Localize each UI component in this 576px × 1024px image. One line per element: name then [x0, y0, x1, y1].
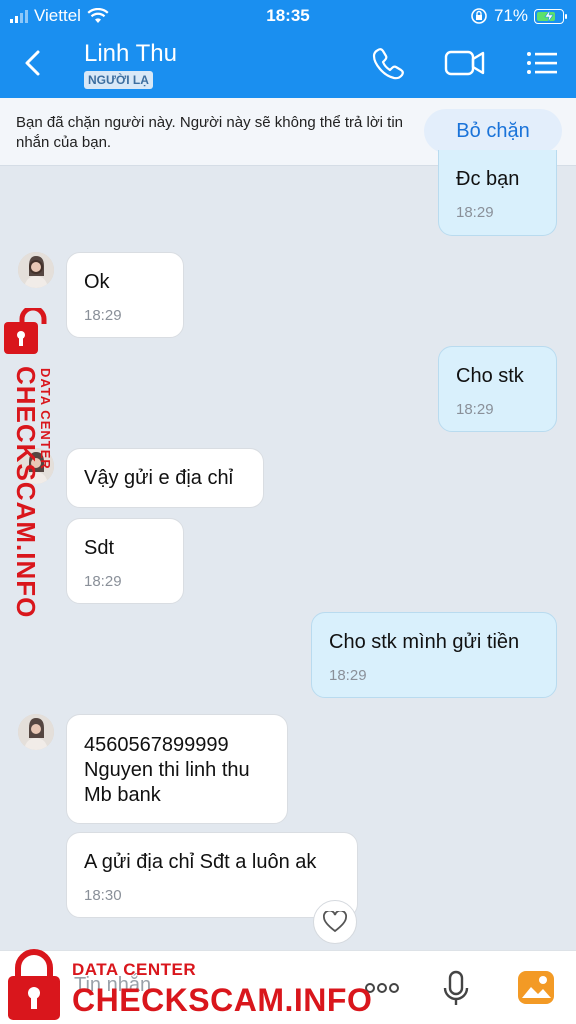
- video-call-icon[interactable]: [444, 46, 486, 80]
- battery-icon: [534, 8, 567, 24]
- avatar[interactable]: [18, 714, 54, 750]
- message-text: Cho stk: [456, 365, 524, 387]
- message-text: Đc bạn: [456, 168, 520, 190]
- message-text: Vậy gửi e địa chỉ: [84, 467, 234, 489]
- message-time: 18:29: [84, 307, 122, 324]
- message-time: 18:29: [84, 573, 122, 590]
- watermark-tagline: DATA CENTER: [72, 960, 197, 979]
- blocked-notice: Bạn đã chặn người này. Người này sẽ khôn…: [16, 114, 404, 151]
- watermark-brand: CHECKSCAM.INFO: [72, 982, 373, 1018]
- phone-icon[interactable]: [370, 46, 406, 80]
- message-bubble[interactable]: Đc bạn 18:29: [438, 150, 557, 236]
- watermark-side: CHECKSCAM.INFO DATA CENTER: [4, 308, 64, 618]
- message-text: Cho stk mình gửi tiền: [329, 631, 520, 653]
- stranger-badge: NGƯỜI LẠ: [84, 71, 153, 89]
- watermark-brand: CHECKSCAM.INFO: [11, 366, 41, 619]
- message-text: A gửi địa chỉ Sđt a luôn ak: [84, 851, 317, 873]
- message-text: Sdt: [84, 537, 115, 559]
- message-time: 18:29: [456, 204, 494, 221]
- menu-icon[interactable]: [524, 46, 560, 80]
- microphone-icon[interactable]: [436, 968, 476, 1008]
- avatar[interactable]: [18, 252, 54, 288]
- lock-icon: [8, 949, 60, 1020]
- message-bubble[interactable]: Ok 18:29: [66, 252, 184, 338]
- unblock-button[interactable]: Bỏ chặn: [424, 109, 562, 153]
- react-heart-button[interactable]: [313, 900, 357, 944]
- message-bubble[interactable]: Cho stk mình gửi tiền 18:29: [311, 612, 557, 698]
- chat-header: Viettel 18:35 71% Linh Thu NGƯỜI LẠ: [0, 0, 576, 98]
- contact-name[interactable]: Linh Thu: [84, 40, 177, 68]
- orientation-lock-icon: [471, 8, 487, 24]
- message-bubble[interactable]: A gửi địa chỉ Sđt a luôn ak 18:30: [66, 832, 358, 918]
- message-bubble[interactable]: Vậy gửi e địa chỉ: [66, 448, 264, 508]
- message-bubble[interactable]: Sdt 18:29: [66, 518, 184, 604]
- message-time: 18:29: [329, 667, 367, 684]
- message-text: 4560567899999 Nguyen thi linh thu Mb ban…: [84, 734, 250, 806]
- message-time: 18:30: [84, 887, 122, 904]
- lock-icon: [4, 308, 47, 354]
- message-text: Ok: [84, 271, 110, 293]
- battery-percent: 71%: [493, 6, 528, 25]
- message-bubble[interactable]: 4560567899999 Nguyen thi linh thu Mb ban…: [66, 714, 288, 824]
- image-icon[interactable]: [516, 968, 556, 1008]
- message-time: 18:29: [456, 401, 494, 418]
- watermark-tagline: DATA CENTER: [38, 368, 53, 470]
- message-bubble[interactable]: Cho stk 18:29: [438, 346, 557, 432]
- heart-icon: [323, 911, 347, 933]
- status-bar: Viettel 18:35 71%: [0, 0, 576, 32]
- back-icon[interactable]: [18, 48, 48, 78]
